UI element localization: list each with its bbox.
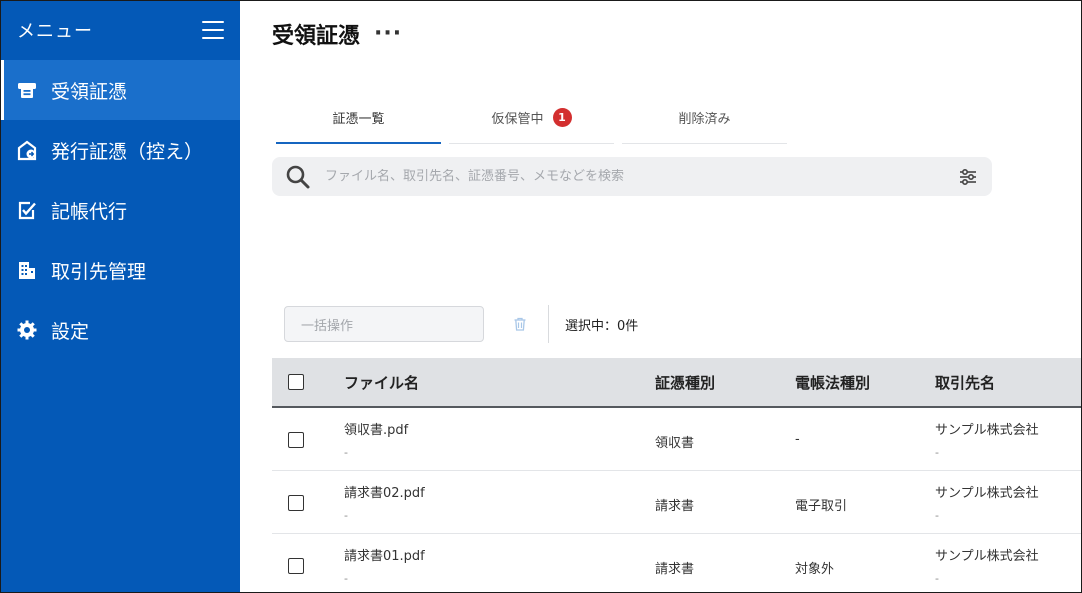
sidebar-item-bookkeeping[interactable]: 記帳代行 — [0, 180, 240, 240]
receipt-out-icon — [16, 139, 38, 161]
sidebar-item-issued-vouchers[interactable]: 発行証憑（控え） — [0, 120, 240, 180]
partner-sub: - — [935, 572, 939, 585]
table-header: ファイル名 証憑種別 電帳法種別 取引先名 — [272, 358, 1082, 408]
page-header: 受領証憑 ··· — [272, 18, 402, 50]
building-icon — [16, 259, 38, 281]
edit-check-icon — [16, 199, 38, 221]
law-type: 対象外 — [795, 562, 835, 577]
search-input[interactable] — [325, 169, 958, 184]
receipt-in-icon — [16, 79, 38, 101]
column-header-file-name[interactable]: ファイル名 — [344, 372, 419, 393]
table-row[interactable]: 請求書02.pdf - 請求書 電子取引 サンプル株式会社 - — [272, 471, 1082, 534]
sidebar: メニュー 受領証憑 発行証憑（控え） 記帳代行 取引先管理 設定 — [0, 0, 240, 593]
row-checkbox[interactable] — [288, 432, 304, 448]
file-name[interactable]: 請求書02.pdf — [344, 482, 425, 501]
voucher-table: ファイル名 証憑種別 電帳法種別 取引先名 領収書.pdf - 領収書 - サン… — [272, 358, 1082, 593]
table-row[interactable]: 領収書.pdf - 領収書 - サンプル株式会社 - — [272, 408, 1082, 471]
file-name[interactable]: 領収書.pdf — [344, 419, 408, 438]
search-bar — [272, 157, 992, 196]
partner-name: サンプル株式会社 — [935, 423, 1039, 438]
tab-label: 削除済み — [678, 112, 731, 127]
column-header-voucher-type[interactable]: 証憑種別 — [655, 372, 715, 393]
file-name-sub: - — [344, 509, 348, 522]
file-name-sub: - — [344, 446, 348, 459]
selected-count: 選択中：0件 — [565, 318, 639, 334]
select-all-checkbox[interactable] — [288, 374, 304, 390]
partner-name: サンプル株式会社 — [935, 549, 1039, 564]
tab-bar: 証憑一覧 仮保管中 1 削除済み — [276, 92, 795, 144]
tab-label: 仮保管中 — [491, 112, 544, 127]
sidebar-item-received-vouchers[interactable]: 受領証憑 — [0, 60, 240, 120]
trash-icon[interactable] — [512, 316, 528, 332]
main-content: 受領証憑 ··· 証憑一覧 仮保管中 1 削除済み 一括操 — [240, 0, 1082, 593]
sidebar-item-label: 記帳代行 — [51, 200, 128, 223]
row-checkbox[interactable] — [288, 558, 304, 574]
row-checkbox[interactable] — [288, 495, 304, 511]
sidebar-item-label: 受領証憑 — [51, 80, 128, 103]
filter-settings-icon[interactable] — [958, 167, 978, 187]
partner-sub: - — [935, 446, 939, 459]
tab-deleted[interactable]: 削除済み — [622, 92, 787, 144]
tab-temporary-storage[interactable]: 仮保管中 1 — [449, 92, 614, 144]
partner-name: サンプル株式会社 — [935, 486, 1039, 501]
gear-icon — [16, 319, 38, 341]
table-row[interactable]: 請求書01.pdf - 請求書 対象外 サンプル株式会社 - — [272, 534, 1082, 593]
voucher-type: 領収書 — [655, 436, 695, 451]
page-title: 受領証憑 — [272, 24, 361, 49]
sidebar-item-settings[interactable]: 設定 — [0, 300, 240, 360]
search-icon — [286, 165, 310, 188]
law-type: - — [795, 432, 800, 447]
file-name-sub: - — [344, 572, 348, 585]
tab-label: 証憑一覧 — [332, 111, 385, 127]
sidebar-item-partners[interactable]: 取引先管理 — [0, 240, 240, 300]
law-type: 電子取引 — [795, 499, 848, 514]
voucher-type: 請求書 — [655, 499, 695, 514]
more-options-icon[interactable]: ··· — [374, 23, 402, 45]
column-header-partner[interactable]: 取引先名 — [935, 372, 995, 393]
bulk-action-select[interactable]: 一括操作 — [284, 306, 484, 342]
count-badge: 1 — [552, 108, 572, 127]
divider — [548, 305, 549, 343]
bulk-action-bar: 一括操作 選択中：0件 — [284, 305, 638, 343]
sidebar-title: メニュー — [17, 21, 93, 42]
hamburger-menu-icon[interactable] — [202, 21, 224, 39]
bulk-action-placeholder: 一括操作 — [301, 318, 354, 334]
file-name[interactable]: 請求書01.pdf — [344, 545, 425, 564]
sidebar-header: メニュー — [0, 0, 240, 60]
voucher-type: 請求書 — [655, 562, 695, 577]
tab-voucher-list[interactable]: 証憑一覧 — [276, 92, 441, 144]
sidebar-item-label: 設定 — [51, 320, 90, 343]
column-header-law-type[interactable]: 電帳法種別 — [795, 372, 870, 393]
sidebar-item-label: 取引先管理 — [51, 260, 147, 283]
partner-sub: - — [935, 509, 939, 522]
sidebar-item-label: 発行証憑（控え） — [51, 140, 204, 163]
